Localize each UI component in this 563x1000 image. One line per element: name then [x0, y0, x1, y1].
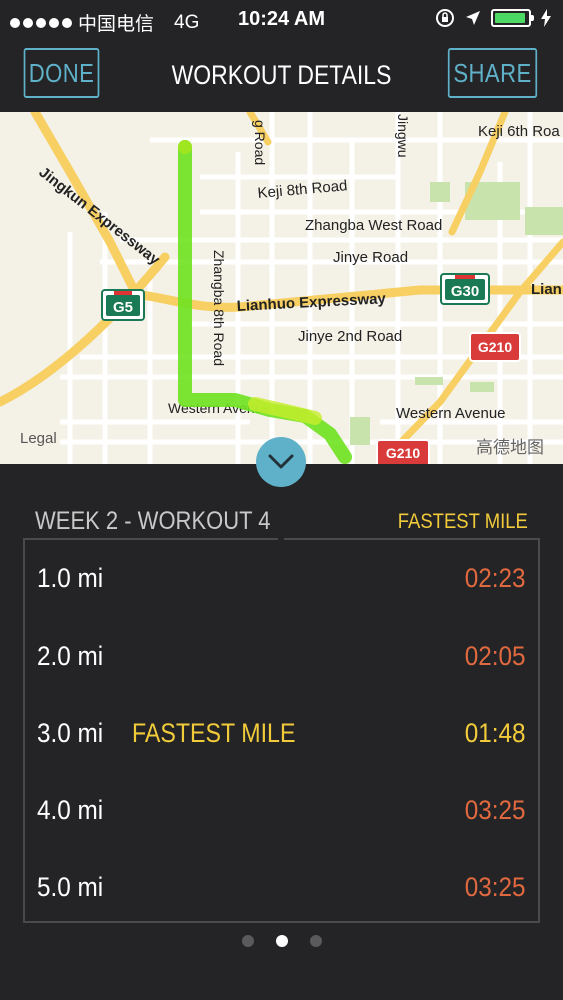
split-time: 02:23 — [465, 563, 526, 593]
g210-shield-1: G210 — [469, 332, 521, 362]
g210-label-2: G210 — [386, 445, 420, 461]
split-row-fastest: 3.0 mi FASTEST MILE 01:48 — [0, 706, 563, 766]
rotation-lock-icon — [436, 9, 454, 27]
route-map[interactable]: Jingkun Expressway Zhangba 8th Road g Ro… — [0, 112, 563, 464]
split-distance: 5.0 mi — [37, 872, 104, 902]
page-dot[interactable] — [309, 935, 322, 947]
map-legal-link[interactable]: Legal — [20, 430, 57, 447]
map-label-zhangba-8th: Zhangba 8th Road — [211, 250, 227, 366]
status-bar: 中国电信 4G 10:24 AM — [0, 0, 563, 40]
split-distance: 4.0 mi — [37, 795, 104, 825]
map-label-zhangba-west: Zhangba West Road — [305, 217, 442, 234]
chevron-down-icon — [268, 454, 294, 469]
g5-label: G5 — [113, 299, 133, 316]
split-time: 02:05 — [465, 641, 526, 671]
split-time: 03:25 — [465, 872, 526, 902]
g30-shield: G30 — [440, 273, 490, 305]
page-indicator[interactable] — [0, 935, 563, 947]
fastest-mile-badge: FASTEST MILE — [132, 718, 296, 748]
map-label-jingkun: Jingkun Expressway — [36, 164, 164, 269]
split-distance: 2.0 mi — [37, 641, 104, 671]
gaode-logo: 高德地图 — [476, 438, 544, 457]
charging-bolt-icon — [541, 9, 551, 27]
split-row: 4.0 mi 03:25 — [0, 783, 563, 843]
map-label-jinye-2nd: Jinye 2nd Road — [298, 328, 402, 345]
map-label-jingwu: Jingwu — [395, 114, 411, 158]
split-time: 01:48 — [465, 718, 526, 748]
split-distance: 1.0 mi — [37, 563, 104, 593]
map-label-jinye: Jinye Road — [333, 249, 408, 266]
split-time: 03:25 — [465, 795, 526, 825]
navigation-bar: DONE WORKOUT DETAILS SHARE — [0, 40, 563, 112]
page-dot[interactable] — [241, 935, 254, 947]
collapse-map-button[interactable] — [256, 437, 306, 487]
map-label-g-road: g Road — [252, 120, 268, 165]
route-start-marker — [178, 140, 192, 154]
split-row: 2.0 mi 02:05 — [0, 629, 563, 689]
split-distance: 3.0 mi — [37, 718, 104, 748]
split-row: 1.0 mi 02:23 — [0, 551, 563, 611]
g30-label: G30 — [451, 283, 479, 300]
map-label-lian: Lian — [531, 281, 562, 298]
map-label-keji-6th: Keji 6th Roa — [478, 123, 560, 140]
workout-title: WEEK 2 - WORKOUT 4 — [35, 507, 271, 535]
g210-label-1: G210 — [478, 339, 512, 355]
page-dot-active[interactable] — [275, 935, 288, 947]
share-button[interactable]: SHARE — [447, 48, 538, 98]
location-arrow-icon — [466, 11, 480, 25]
split-row: 5.0 mi 03:25 — [0, 860, 563, 920]
fastest-mile-header: FASTEST MILE — [397, 510, 528, 533]
g210-shield-2: G210 — [376, 439, 430, 464]
g5-shield: G5 — [101, 289, 145, 321]
battery-icon — [491, 9, 534, 27]
map-label-western-avenue-2: Western Avenue — [396, 405, 506, 422]
